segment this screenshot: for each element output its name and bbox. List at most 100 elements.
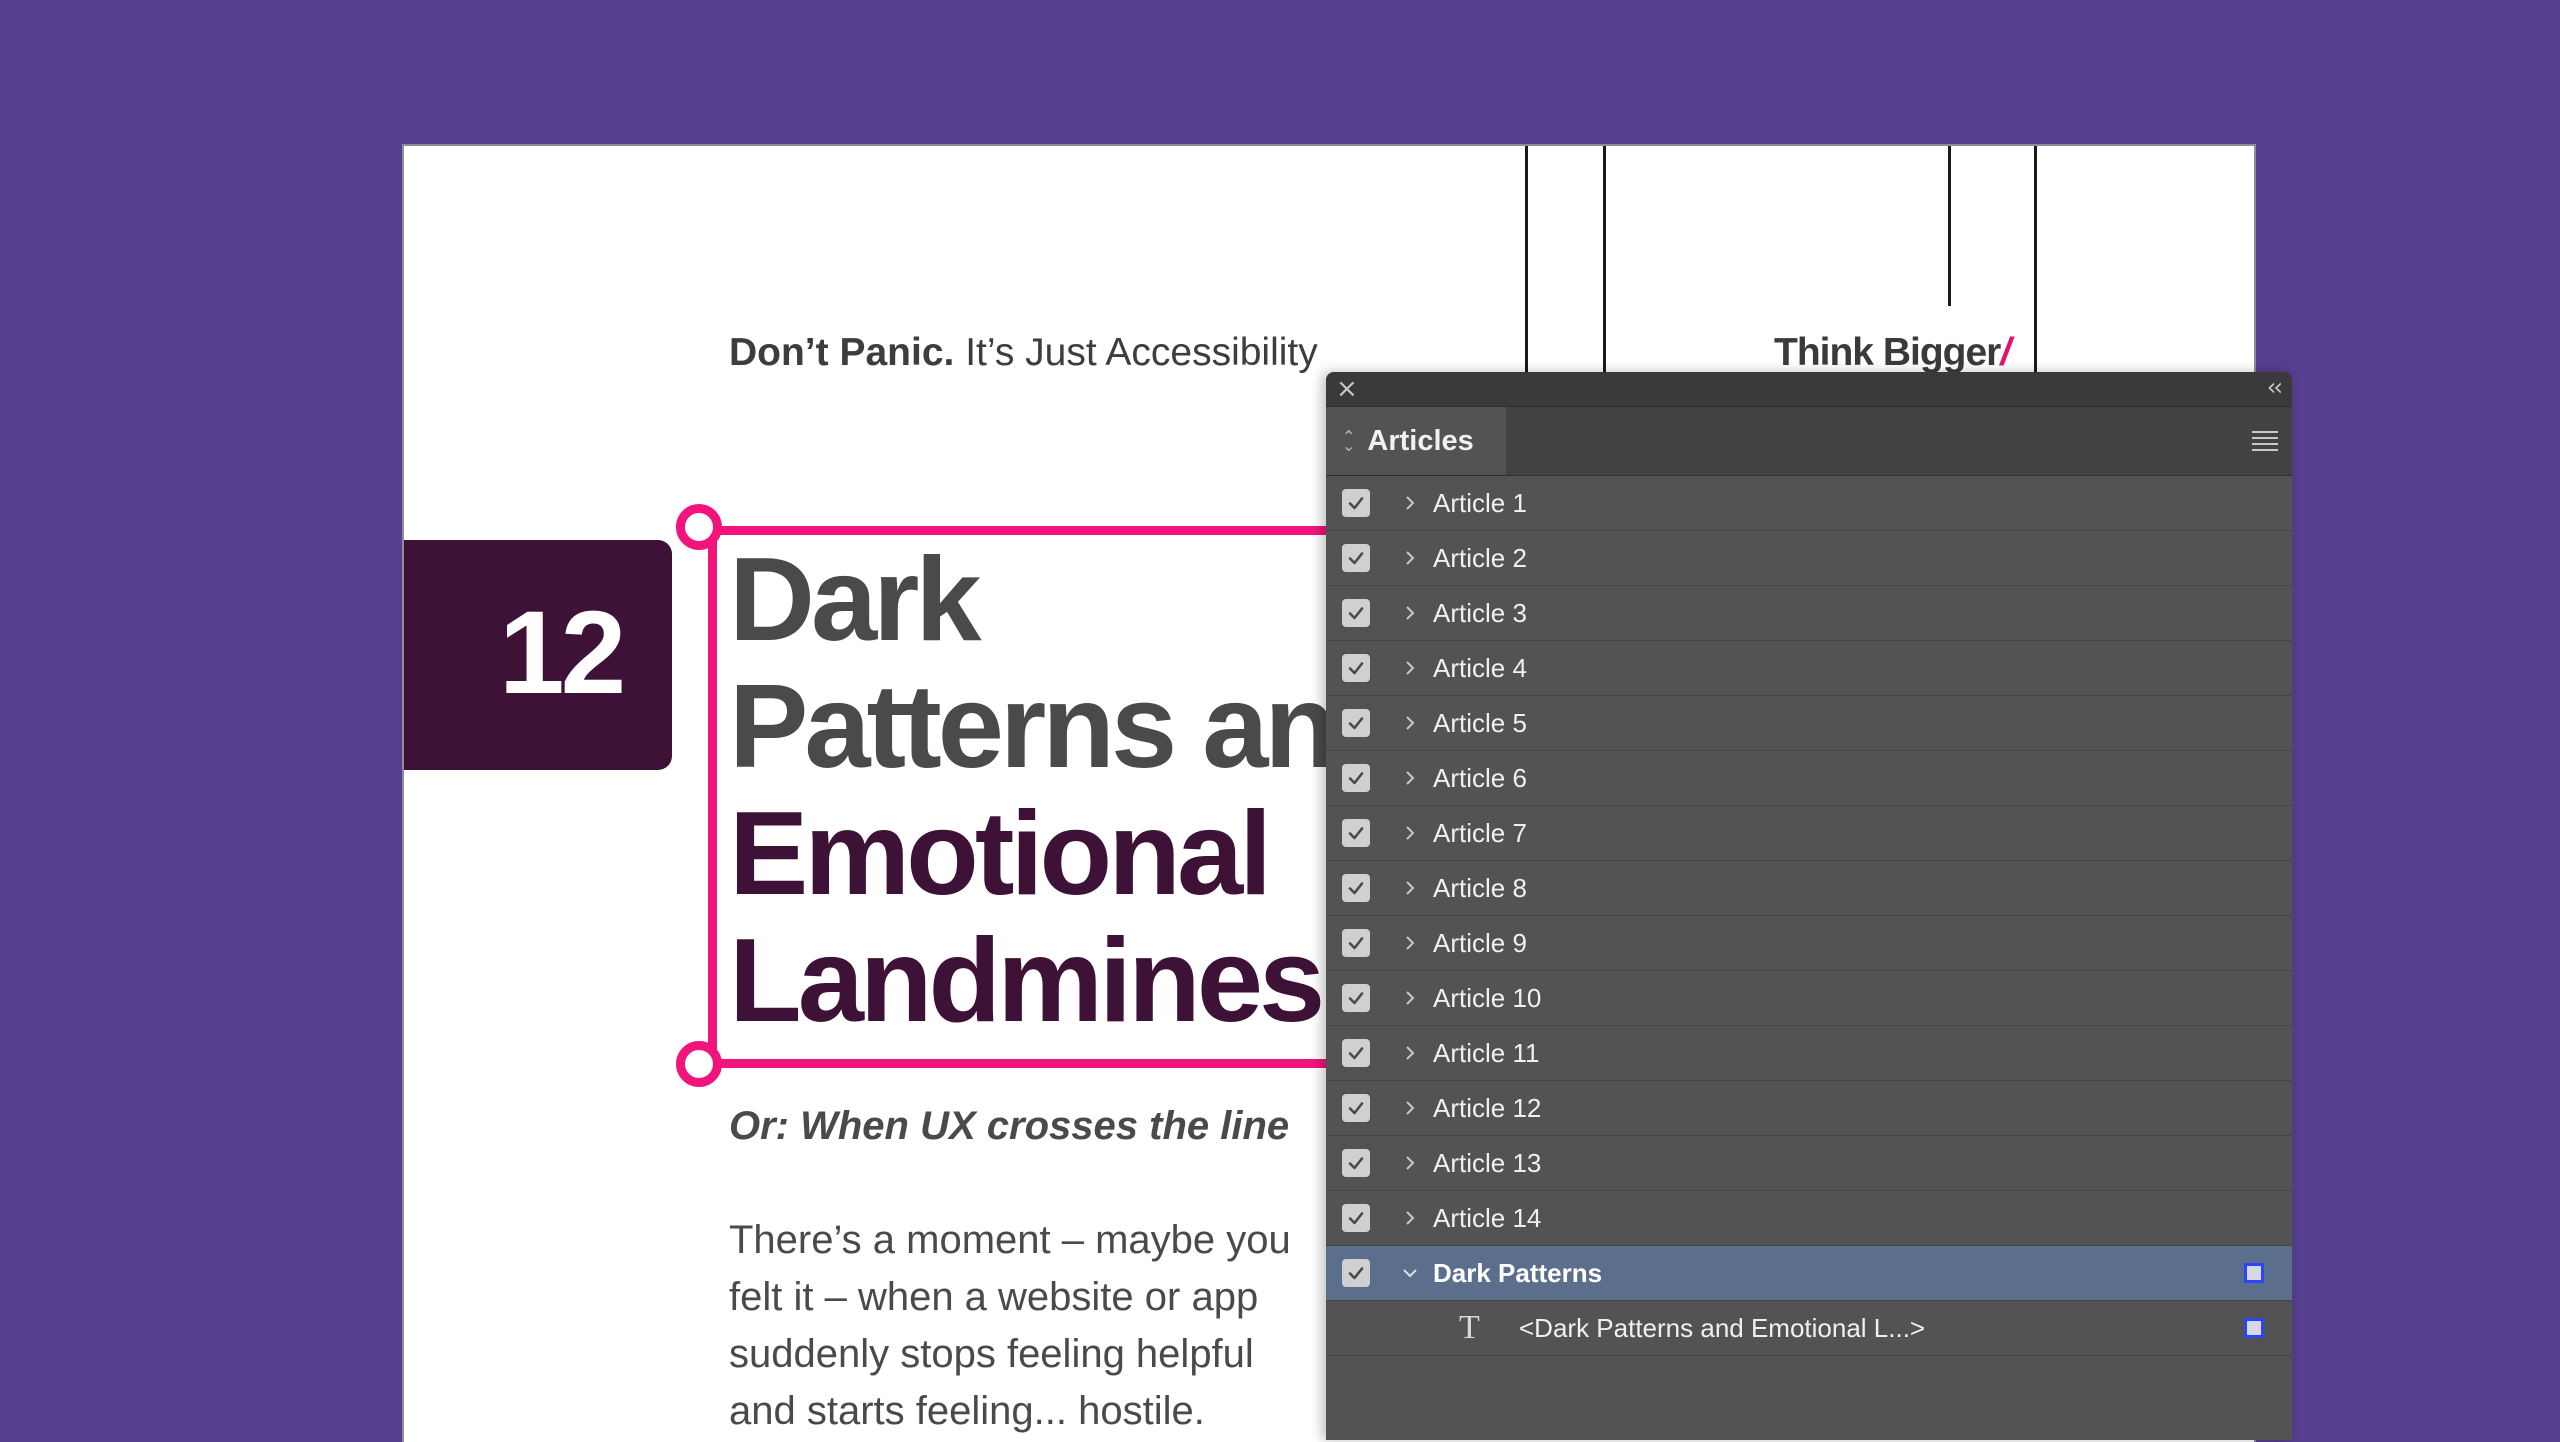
chevron-right-icon[interactable]	[1400, 1153, 1420, 1173]
column-guide	[2034, 146, 2037, 376]
brand-slash: /	[2000, 331, 2011, 374]
panel-tab-bar: ⌃ ⌄ Articles	[1326, 407, 2292, 476]
tab-label: Articles	[1367, 424, 1474, 457]
article-visibility-checkbox[interactable]	[1342, 984, 1370, 1012]
close-icon[interactable]: ×	[1336, 374, 1358, 404]
article-label: Article 9	[1433, 927, 1527, 958]
chevron-right-icon[interactable]	[1400, 1043, 1420, 1063]
chevron-down-icon[interactable]	[1400, 1263, 1420, 1283]
article-label: Article 7	[1433, 817, 1527, 848]
chevron-right-icon[interactable]	[1400, 933, 1420, 953]
article-label: Article 5	[1433, 707, 1527, 738]
chevron-right-icon[interactable]	[1400, 988, 1420, 1008]
chevron-right-icon[interactable]	[1400, 878, 1420, 898]
tab-reorder-icon: ⌃ ⌄	[1342, 427, 1356, 455]
article-visibility-checkbox[interactable]	[1342, 929, 1370, 957]
article-visibility-checkbox[interactable]	[1342, 1149, 1370, 1177]
frame-handle-top-left[interactable]	[676, 504, 722, 550]
article-label: Article 8	[1433, 872, 1527, 903]
chevron-right-icon[interactable]	[1400, 823, 1420, 843]
article-row[interactable]: Article 6	[1326, 751, 2292, 806]
panel-menu-icon[interactable]	[2252, 431, 2278, 451]
articles-panel: × ‹‹ ⌃ ⌄ Articles Article 1 Article 2 Artic…	[1326, 372, 2292, 1440]
chevron-right-icon[interactable]	[1400, 548, 1420, 568]
article-visibility-checkbox[interactable]	[1342, 764, 1370, 792]
brand-wordmark: Think Bigger/	[1774, 331, 2011, 375]
articles-list: Article 1 Article 2 Article 3 Article 4 Arti…	[1326, 476, 2292, 1356]
brand-text: Think Bigger	[1774, 331, 2001, 374]
article-label: Article 13	[1433, 1147, 1542, 1178]
article-visibility-checkbox[interactable]	[1342, 1259, 1370, 1287]
body-line: suddenly stops feeling helpful	[729, 1332, 1254, 1376]
article-row[interactable]: Article 2	[1326, 531, 2292, 586]
frame-handle-bottom-left[interactable]	[676, 1041, 722, 1087]
running-header-bold: Don’t Panic.	[729, 331, 955, 374]
article-row[interactable]: Article 3	[1326, 586, 2292, 641]
running-header-rest: It’s Just Accessibility	[954, 331, 1318, 374]
article-label: Article 1	[1433, 487, 1527, 518]
headline-line: Emotional	[729, 787, 1272, 920]
article-visibility-checkbox[interactable]	[1342, 1204, 1370, 1232]
article-visibility-checkbox[interactable]	[1342, 489, 1370, 517]
running-header: Don’t Panic. It’s Just Accessibility	[729, 331, 1318, 375]
chevron-right-icon[interactable]	[1400, 493, 1420, 513]
column-guide	[1948, 146, 1951, 306]
article-label: Article 12	[1433, 1092, 1542, 1123]
article-row[interactable]: Article 5	[1326, 696, 2292, 751]
chevron-right-icon[interactable]	[1400, 603, 1420, 623]
selection-proxy-icon[interactable]	[2244, 1318, 2264, 1338]
text-frame-icon: T	[1459, 1309, 1480, 1346]
headline-line: Landmines	[729, 914, 1325, 1047]
article-visibility-checkbox[interactable]	[1342, 709, 1370, 737]
article-visibility-checkbox[interactable]	[1342, 1094, 1370, 1122]
body-line: and starts feeling... hostile.	[729, 1389, 1205, 1433]
article-visibility-checkbox[interactable]	[1342, 874, 1370, 902]
article-visibility-checkbox[interactable]	[1342, 819, 1370, 847]
body-line: felt it – when a website or app	[729, 1275, 1259, 1319]
article-row[interactable]: Article 8	[1326, 861, 2292, 916]
article-label: Article 11	[1433, 1037, 1540, 1068]
chapter-number: 12	[499, 587, 626, 719]
article-visibility-checkbox[interactable]	[1342, 599, 1370, 627]
chevron-right-icon[interactable]	[1400, 768, 1420, 788]
article-row[interactable]: Article 1	[1326, 476, 2292, 531]
article-content-row[interactable]: T <Dark Patterns and Emotional L...>	[1326, 1301, 2292, 1356]
article-row[interactable]: Article 12	[1326, 1081, 2292, 1136]
article-row[interactable]: Dark Patterns	[1326, 1246, 2292, 1301]
article-row[interactable]: Article 13	[1326, 1136, 2292, 1191]
article-body: There’s a moment – maybe you felt it – w…	[729, 1212, 1429, 1440]
headline-line: Dark	[729, 533, 982, 666]
column-guide	[1603, 146, 1606, 376]
article-label: Article 4	[1433, 652, 1527, 683]
collapse-panel-icon[interactable]: ‹‹	[2267, 373, 2283, 401]
article-row[interactable]: Article 11	[1326, 1026, 2292, 1081]
article-row[interactable]: Article 7	[1326, 806, 2292, 861]
body-line: There’s a moment – maybe you	[729, 1218, 1291, 1262]
chevron-right-icon[interactable]	[1400, 1208, 1420, 1228]
headline-line: Patterns an	[729, 660, 1337, 793]
chevron-right-icon[interactable]	[1400, 658, 1420, 678]
article-row[interactable]: Article 14	[1326, 1191, 2292, 1246]
article-label: Article 14	[1433, 1202, 1542, 1233]
chapter-badge: 12	[404, 540, 672, 770]
article-label: Dark Patterns	[1433, 1257, 1603, 1288]
article-label: Article 3	[1433, 597, 1527, 628]
chevron-right-icon[interactable]	[1400, 1098, 1420, 1118]
tab-articles[interactable]: ⌃ ⌄ Articles	[1326, 407, 1506, 475]
article-row[interactable]: Article 4	[1326, 641, 2292, 696]
article-visibility-checkbox[interactable]	[1342, 654, 1370, 682]
article-label: Article 6	[1433, 762, 1527, 793]
article-row[interactable]: Article 9	[1326, 916, 2292, 971]
article-headline[interactable]: Dark Patterns an Emotional Landmines	[729, 533, 1337, 1047]
article-label: Article 2	[1433, 542, 1527, 573]
content-label: <Dark Patterns and Emotional L...>	[1519, 1312, 1926, 1343]
article-subtitle: Or: When UX crosses the line	[729, 1104, 1290, 1148]
article-label: Article 10	[1433, 982, 1542, 1013]
article-visibility-checkbox[interactable]	[1342, 544, 1370, 572]
chevron-right-icon[interactable]	[1400, 713, 1420, 733]
column-guide	[1525, 146, 1528, 376]
panel-title-bar[interactable]: × ‹‹	[1326, 372, 2292, 407]
article-visibility-checkbox[interactable]	[1342, 1039, 1370, 1067]
article-row[interactable]: Article 10	[1326, 971, 2292, 1026]
selection-proxy-icon[interactable]	[2244, 1263, 2264, 1283]
